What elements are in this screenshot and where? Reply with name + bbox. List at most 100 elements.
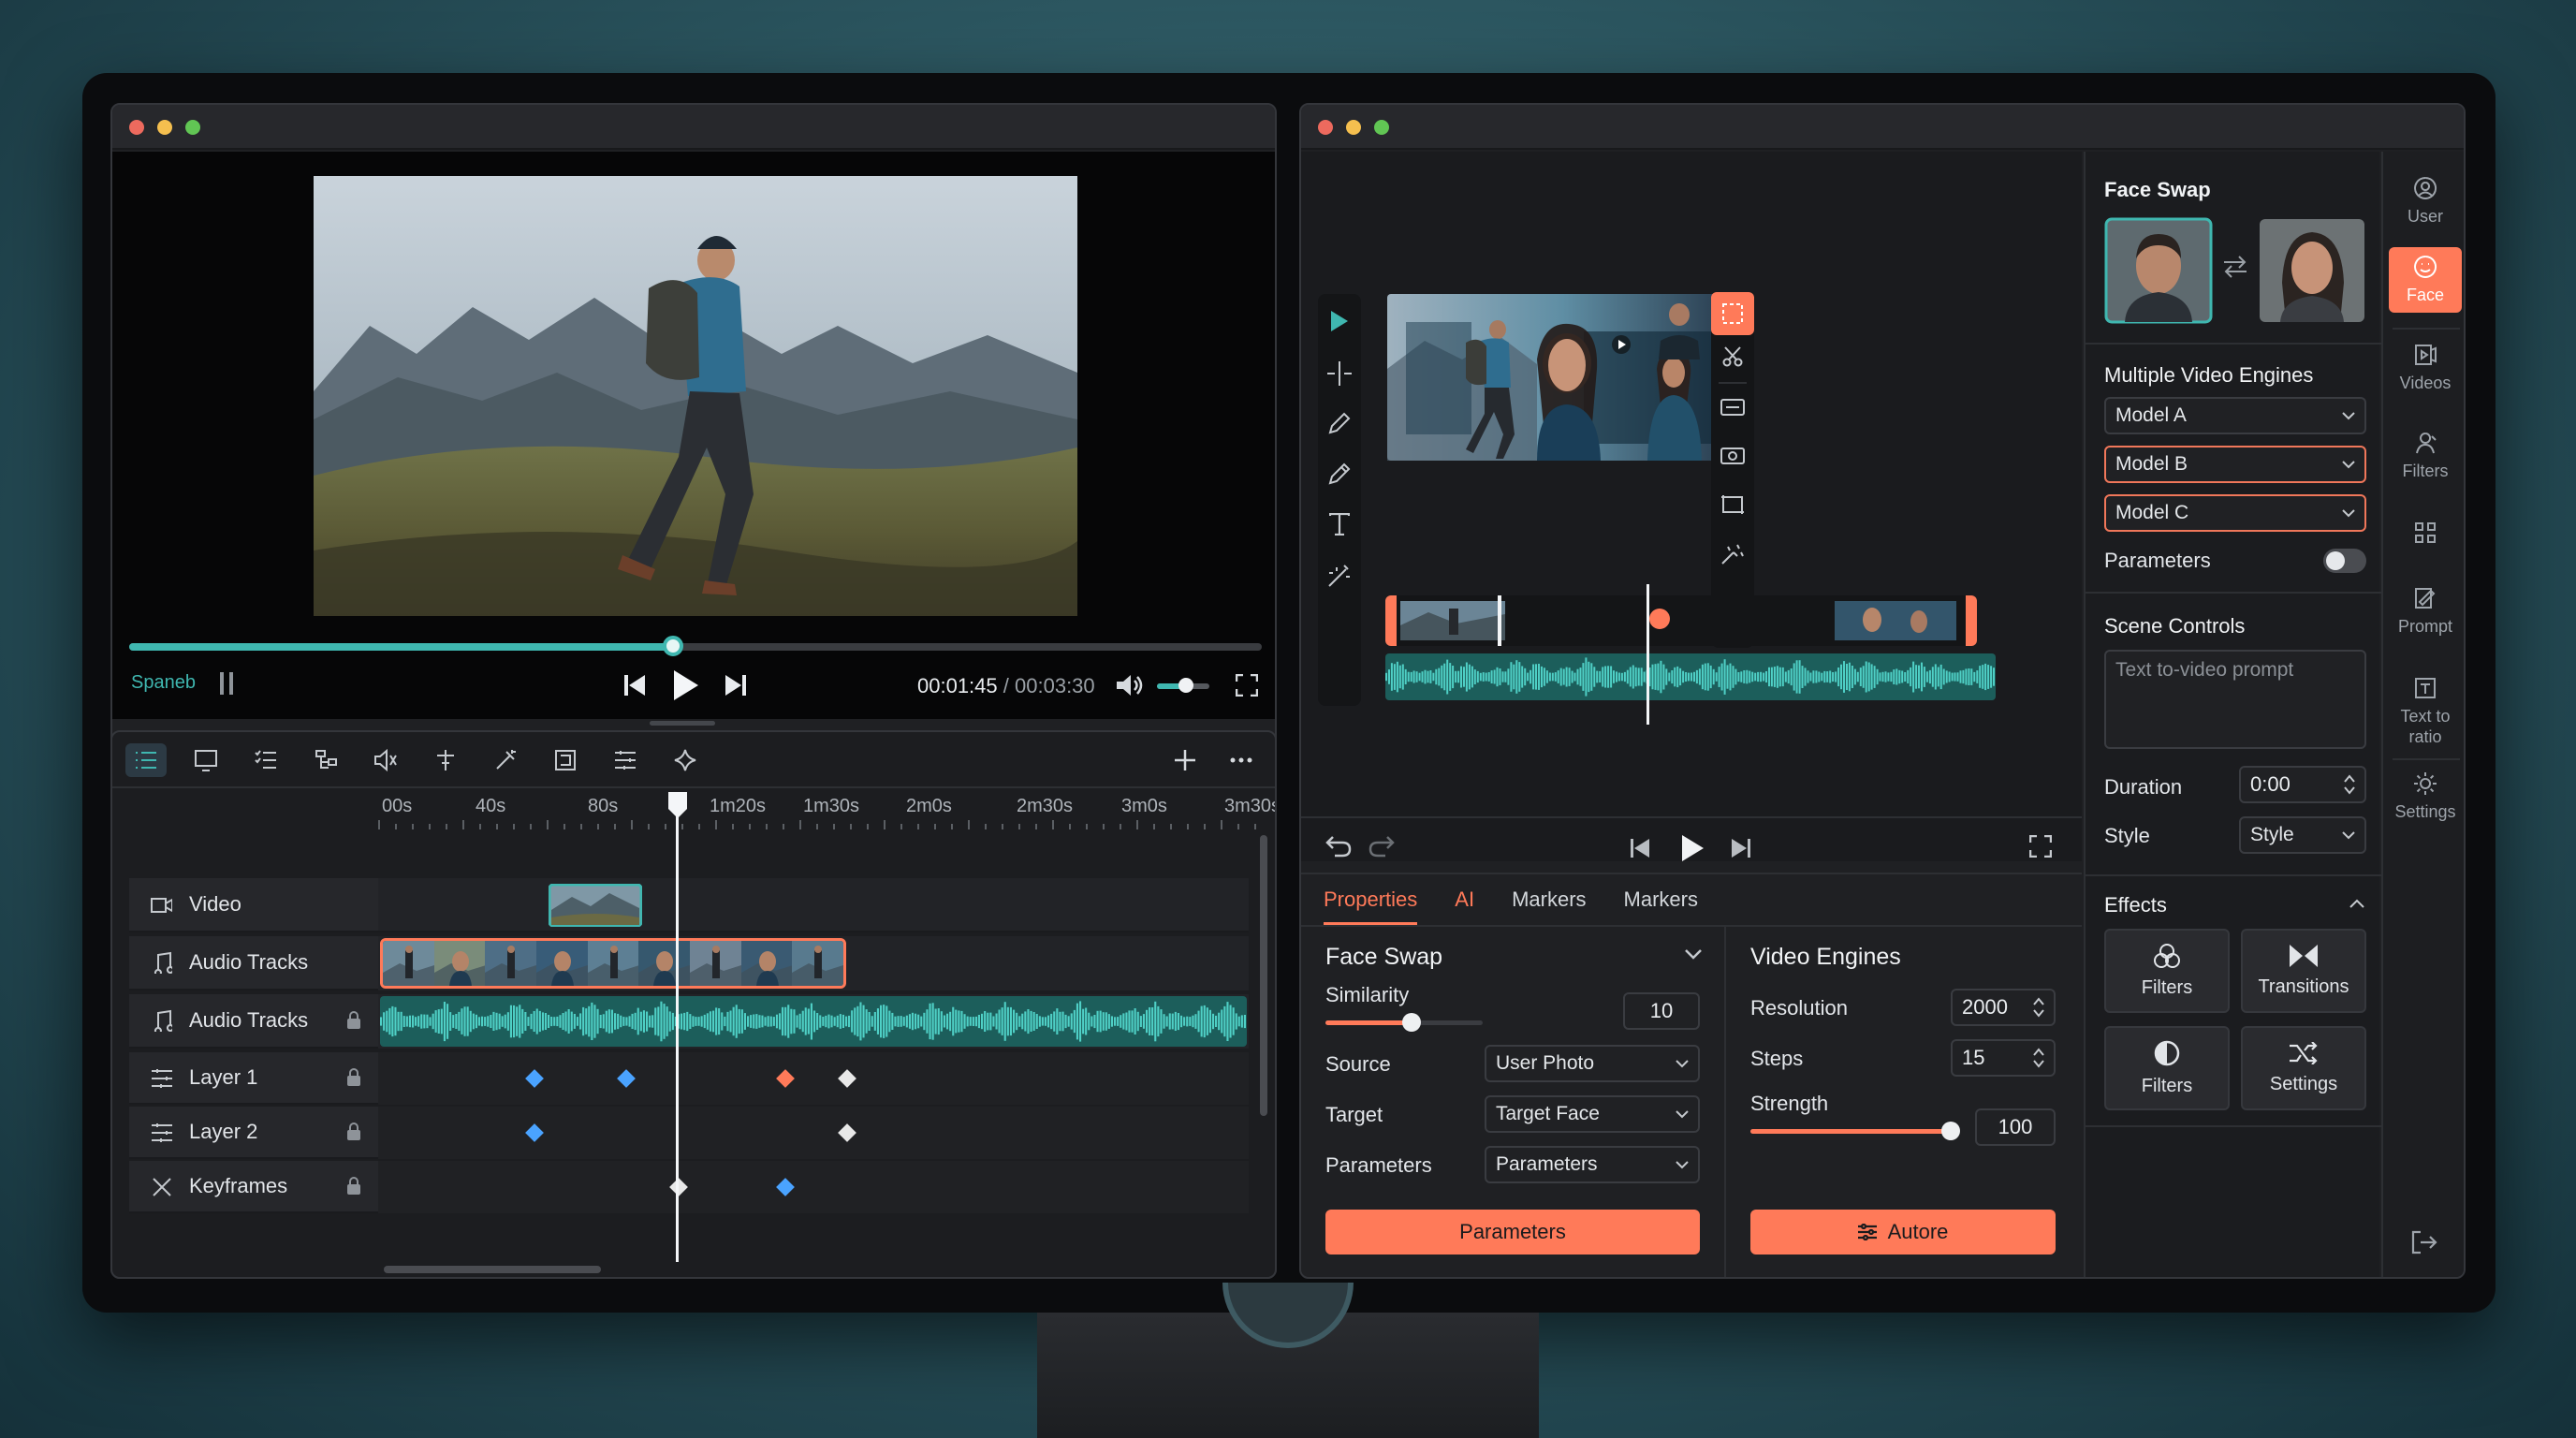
sidebar-item-grid[interactable] [2389,513,2462,552]
prompt-textarea[interactable]: Text to-video prompt [2104,650,2366,749]
toolbar-button[interactable] [305,743,346,777]
fullscreen-icon[interactable] [2029,835,2052,858]
parameters-button[interactable]: Parameters [1325,1210,1700,1255]
minimize-window-button[interactable] [157,120,172,135]
similarity-value-field[interactable]: 10 [1623,992,1700,1030]
source-face-thumbnail[interactable] [2104,217,2213,324]
timeline-vertical-scrollbar[interactable] [1260,835,1267,1116]
tab-markers[interactable]: Markers [1512,888,1586,925]
lock-icon[interactable] [346,1011,361,1030]
redo-icon[interactable] [1368,835,1395,858]
tab-markers[interactable]: Markers [1624,888,1698,925]
select-tool-icon[interactable] [1331,311,1348,331]
crop-icon[interactable] [1720,494,1745,515]
toolbar-button[interactable] [185,743,227,777]
source-dropdown[interactable]: User Photo [1485,1045,1700,1082]
timeline-playhead[interactable] [676,794,679,1262]
skip-back-icon[interactable] [622,672,648,698]
play-icon[interactable] [1681,835,1704,861]
lock-icon[interactable] [346,1123,361,1141]
close-window-button[interactable] [1318,120,1333,135]
aspect-ratio-icon[interactable] [1720,397,1745,418]
skip-back-icon[interactable] [1631,839,1649,858]
model-dropdown-c[interactable]: Model C [2104,494,2366,532]
add-icon[interactable] [1170,745,1200,775]
strength-handle[interactable] [1940,1122,1960,1140]
parameters-dropdown[interactable]: Parameters [1485,1146,1700,1183]
model-dropdown-b[interactable]: Model B [2104,446,2366,483]
autore-button[interactable]: Autore [1750,1210,2056,1255]
more-options-icon[interactable] [1226,745,1256,775]
maximize-window-button[interactable] [185,120,200,135]
sidebar-item-video[interactable]: Videos [2389,335,2462,401]
model-dropdown-a[interactable]: Model A [2104,397,2366,434]
sidebar-item-user[interactable]: User [2389,169,2462,234]
track-header[interactable]: Video [129,878,378,932]
track-header[interactable]: Layer 2 [129,1107,378,1159]
pen-tool-icon[interactable] [1328,412,1351,434]
split-tool-icon[interactable] [1327,361,1352,386]
stepper-arrows-icon[interactable] [2033,1048,2044,1068]
sidebar-item-filters[interactable]: Filters [2389,423,2462,489]
fullscreen-icon[interactable] [1234,672,1260,698]
sidebar-item-face[interactable]: Face [2389,247,2462,313]
panel-resize-handle[interactable] [650,721,715,726]
track-header[interactable]: Layer 1 [129,1052,378,1105]
toolbar-button[interactable] [245,743,286,777]
toolbar-button[interactable] [665,743,706,777]
face-detect-icon[interactable] [1720,446,1745,466]
parameters-toggle[interactable] [2323,549,2366,573]
effects-wand-icon[interactable] [1720,543,1745,565]
sidebar-item-text-ratio[interactable]: Text to ratio [2389,668,2462,755]
effect-tile-filters-2[interactable]: Filters [2104,1026,2230,1110]
similarity-slider[interactable] [1325,1013,1483,1032]
volume-icon[interactable] [1116,672,1144,698]
select-region-icon[interactable] [1711,292,1754,335]
target-dropdown[interactable]: Target Face [1485,1095,1700,1133]
magic-wand-icon[interactable] [1327,564,1352,588]
preview-playhead[interactable] [1647,584,1649,725]
track-header[interactable]: Keyframes [129,1161,378,1213]
sidebar-item-gear[interactable]: Settings [2389,764,2462,829]
timeline-horizontal-scrollbar[interactable] [384,1266,601,1273]
strength-value-field[interactable]: 100 [1975,1108,2056,1146]
swap-arrows-icon[interactable] [2222,255,2248,279]
lock-icon[interactable] [346,1068,361,1087]
toolbar-button[interactable] [425,743,466,777]
effect-tile-settings[interactable]: Settings [2241,1026,2366,1110]
playhead-handle[interactable] [668,792,687,818]
text-tool-icon[interactable] [1329,513,1350,536]
sidebar-item-prompt[interactable]: Prompt [2389,579,2462,644]
chevron-up-icon[interactable] [2349,899,2364,908]
playback-scrubber[interactable] [129,636,1262,656]
toolbar-button[interactable] [365,743,406,777]
steps-stepper[interactable]: 15 [1951,1039,2056,1077]
strength-slider[interactable] [1750,1122,1960,1140]
logout-icon[interactable] [2411,1230,2437,1255]
audio-clip-thumbnails[interactable] [380,938,846,989]
trim-handle-right[interactable] [1966,595,1977,646]
target-face-thumbnail[interactable] [2258,217,2366,324]
scissors-icon[interactable] [1722,346,1743,367]
close-window-button[interactable] [129,120,144,135]
mini-playhead-marker[interactable] [1649,609,1670,629]
pencil-tool-icon[interactable] [1328,462,1351,485]
duration-stepper[interactable]: 0:00 [2239,766,2366,803]
resolution-stepper[interactable]: 2000 [1951,989,2056,1026]
pause-icon[interactable] [215,672,238,695]
play-icon[interactable] [668,668,702,702]
tab-properties[interactable]: Properties [1324,888,1418,925]
minimize-window-button[interactable] [1346,120,1361,135]
audio-waveform[interactable] [380,996,1247,1047]
toolbar-button[interactable] [485,743,526,777]
toolbar-button[interactable] [605,743,646,777]
toolbar-button[interactable] [545,743,586,777]
trim-handle-left[interactable] [1385,595,1397,646]
volume-handle[interactable] [1178,678,1193,693]
skip-forward-icon[interactable] [723,672,749,698]
scrubber-handle[interactable] [662,636,683,656]
similarity-handle[interactable] [1402,1013,1422,1032]
style-dropdown[interactable]: Style [2239,816,2366,854]
stepper-arrows-icon[interactable] [2344,774,2355,795]
maximize-window-button[interactable] [1374,120,1389,135]
